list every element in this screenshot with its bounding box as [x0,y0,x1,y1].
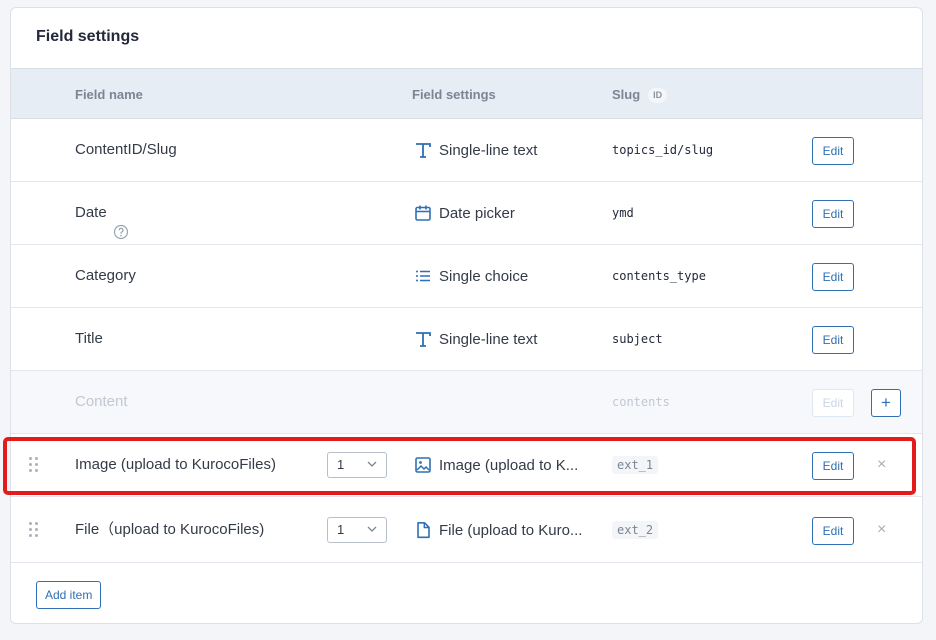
header-slug: Slug ID [612,69,668,120]
field-name: File（upload to KurocoFiles) [75,521,265,538]
field-name: Content [75,393,128,410]
table-row: Content contents Edit + [11,371,922,434]
count-select[interactable]: 1 [327,452,387,478]
table-header: Field name Field settings Slug ID [11,68,922,119]
help-icon[interactable] [113,205,129,240]
field-name-label: Date [75,204,107,221]
table-row: Date Date picker ymd Edit [11,182,922,245]
drag-handle-icon[interactable] [29,457,41,473]
field-setting: Single-line text [413,119,537,181]
header-field-settings: Field settings [412,87,496,102]
slug-badge: ext_2 [612,521,659,539]
field-setting: Single choice [413,245,528,307]
edit-button[interactable]: Edit [812,200,854,228]
card-title: Field settings [36,28,140,45]
field-slug: topics_id/slug [612,143,714,157]
field-slug: ymd [612,206,634,220]
count-select-value: 1 [337,457,345,472]
text-icon [413,140,433,160]
field-name: Date [75,182,129,244]
field-name: Category [75,267,136,284]
field-setting-label: Image (upload to K... [439,456,579,474]
edit-button-disabled: Edit [812,389,854,417]
field-settings-card: Field settings Field name Field settings… [10,7,923,624]
file-icon [413,520,433,540]
calendar-icon [413,203,433,223]
header-field-name: Field name [75,87,143,102]
field-slug: contents [612,395,670,409]
field-setting: Image (upload to K... [413,434,578,496]
field-name: Image (upload to KurocoFiles) [75,456,276,473]
add-button[interactable]: + [871,389,901,417]
count-select-value: 1 [337,522,345,537]
count-select[interactable]: 1 [327,517,387,543]
remove-button[interactable]: × [877,434,886,496]
field-setting-label: Single-line text [439,141,538,159]
field-setting-label: Single-line text [439,330,538,348]
edit-button[interactable]: Edit [812,517,854,545]
chevron-down-icon [367,461,377,467]
field-slug: ext_1 [612,434,659,496]
fields-table: Field name Field settings Slug ID Content… [11,68,922,563]
field-name: Title [75,330,103,347]
field-setting: Date picker [413,182,515,244]
table-row: Image (upload to KurocoFiles) 1 Image (u… [11,434,922,497]
id-badge: ID [648,88,668,104]
edit-button[interactable]: Edit [812,263,854,291]
text-icon [413,329,433,349]
field-setting-label: Single choice [439,267,529,285]
table-row: Category Single choice contents_type Edi… [11,245,922,308]
image-icon [413,455,433,475]
field-slug: ext_2 [612,497,659,563]
slug-badge: ext_1 [612,456,659,474]
remove-button[interactable]: × [877,497,886,563]
edit-button[interactable]: Edit [812,452,854,480]
header-slug-label: Slug [612,87,641,102]
table-row: ContentID/Slug Single-line text topics_i… [11,119,922,182]
edit-button[interactable]: Edit [812,326,854,354]
field-slug: contents_type [612,269,706,283]
table-row: File（upload to KurocoFiles) 1 File (uplo… [11,497,922,563]
table-row: Title Single-line text subject Edit [11,308,922,371]
add-item-button[interactable]: Add item [36,581,102,609]
drag-handle-icon[interactable] [29,522,41,538]
field-slug: subject [612,332,663,346]
field-setting-label: Date picker [439,204,515,222]
chevron-down-icon [367,526,377,532]
edit-button[interactable]: Edit [812,137,854,165]
list-icon [413,266,433,286]
field-setting-label: File (upload to Kuro... [439,521,583,539]
field-setting: File (upload to Kuro... [413,497,582,563]
field-setting: Single-line text [413,308,537,370]
field-name: ContentID/Slug [75,141,177,158]
